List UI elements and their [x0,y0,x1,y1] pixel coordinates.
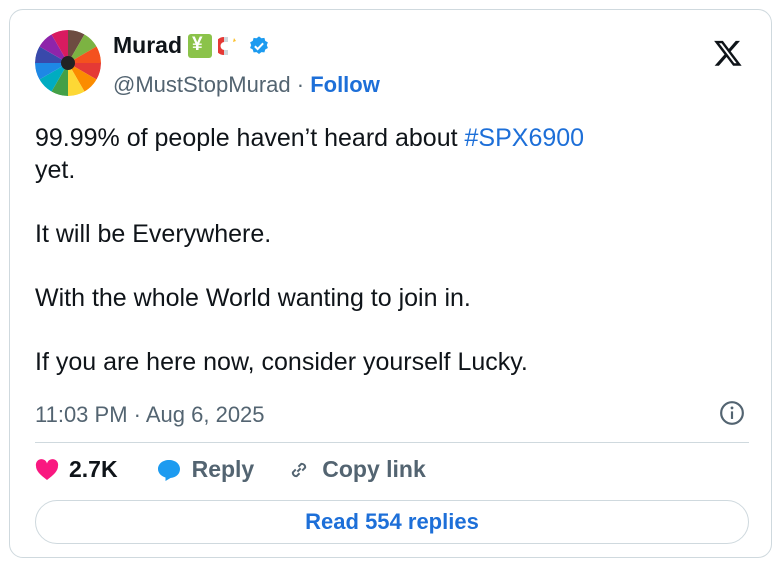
speech-bubble-icon [157,459,180,481]
heart-icon [35,458,59,480]
x-logo-icon[interactable] [713,38,743,68]
avatar-image [35,30,101,96]
tweet-text-segment: 99.99% of people haven’t heard about [35,124,465,152]
tweet-line-1: 99.99% of people haven’t heard about #SP… [35,122,755,154]
like-button[interactable]: 2.7K [35,456,118,483]
info-icon[interactable] [719,400,745,426]
link-icon [292,462,307,477]
author-handle-row: @MustStopMurad · Follow [113,72,380,98]
yen-chart-emoji-icon [188,33,212,58]
copy-link-label: Copy link [322,456,426,482]
tweet-timestamp[interactable]: 11:03 PM · Aug 6, 2025 [35,402,265,428]
author-name-row: Murad [113,32,270,59]
tweet-line-4: If you are here now, consider yourself L… [35,348,528,376]
author-handle[interactable]: @MustStopMurad [113,72,291,97]
tweet-actions: 2.7K Reply Copy link [35,456,426,483]
hashtag-link[interactable]: #SPX6900 [465,124,585,152]
follow-button[interactable]: Follow [310,72,380,97]
reply-button[interactable]: Reply [156,456,255,483]
tweet-line-1-continued: yet. [35,156,76,184]
avatar[interactable] [35,30,101,96]
magnet-emoji-icon [218,36,236,55]
reply-label: Reply [191,456,255,482]
like-count: 2.7K [69,456,118,482]
author-name[interactable]: Murad [113,32,182,59]
divider [35,442,749,443]
tweet-line-2: It will be Everywhere. [35,220,272,248]
copy-link-button[interactable]: Copy link [286,456,426,483]
read-replies-button[interactable]: Read 554 replies [35,500,749,544]
tweet-text: 99.99% of people haven’t heard about #SP… [35,122,755,378]
handle-separator: · [290,72,311,97]
embedded-tweet-card: Murad @MustStopMurad · Follow 99.99% of … [9,9,772,558]
verified-badge-icon [250,35,268,54]
tweet-line-3: With the whole World wanting to join in. [35,284,471,312]
